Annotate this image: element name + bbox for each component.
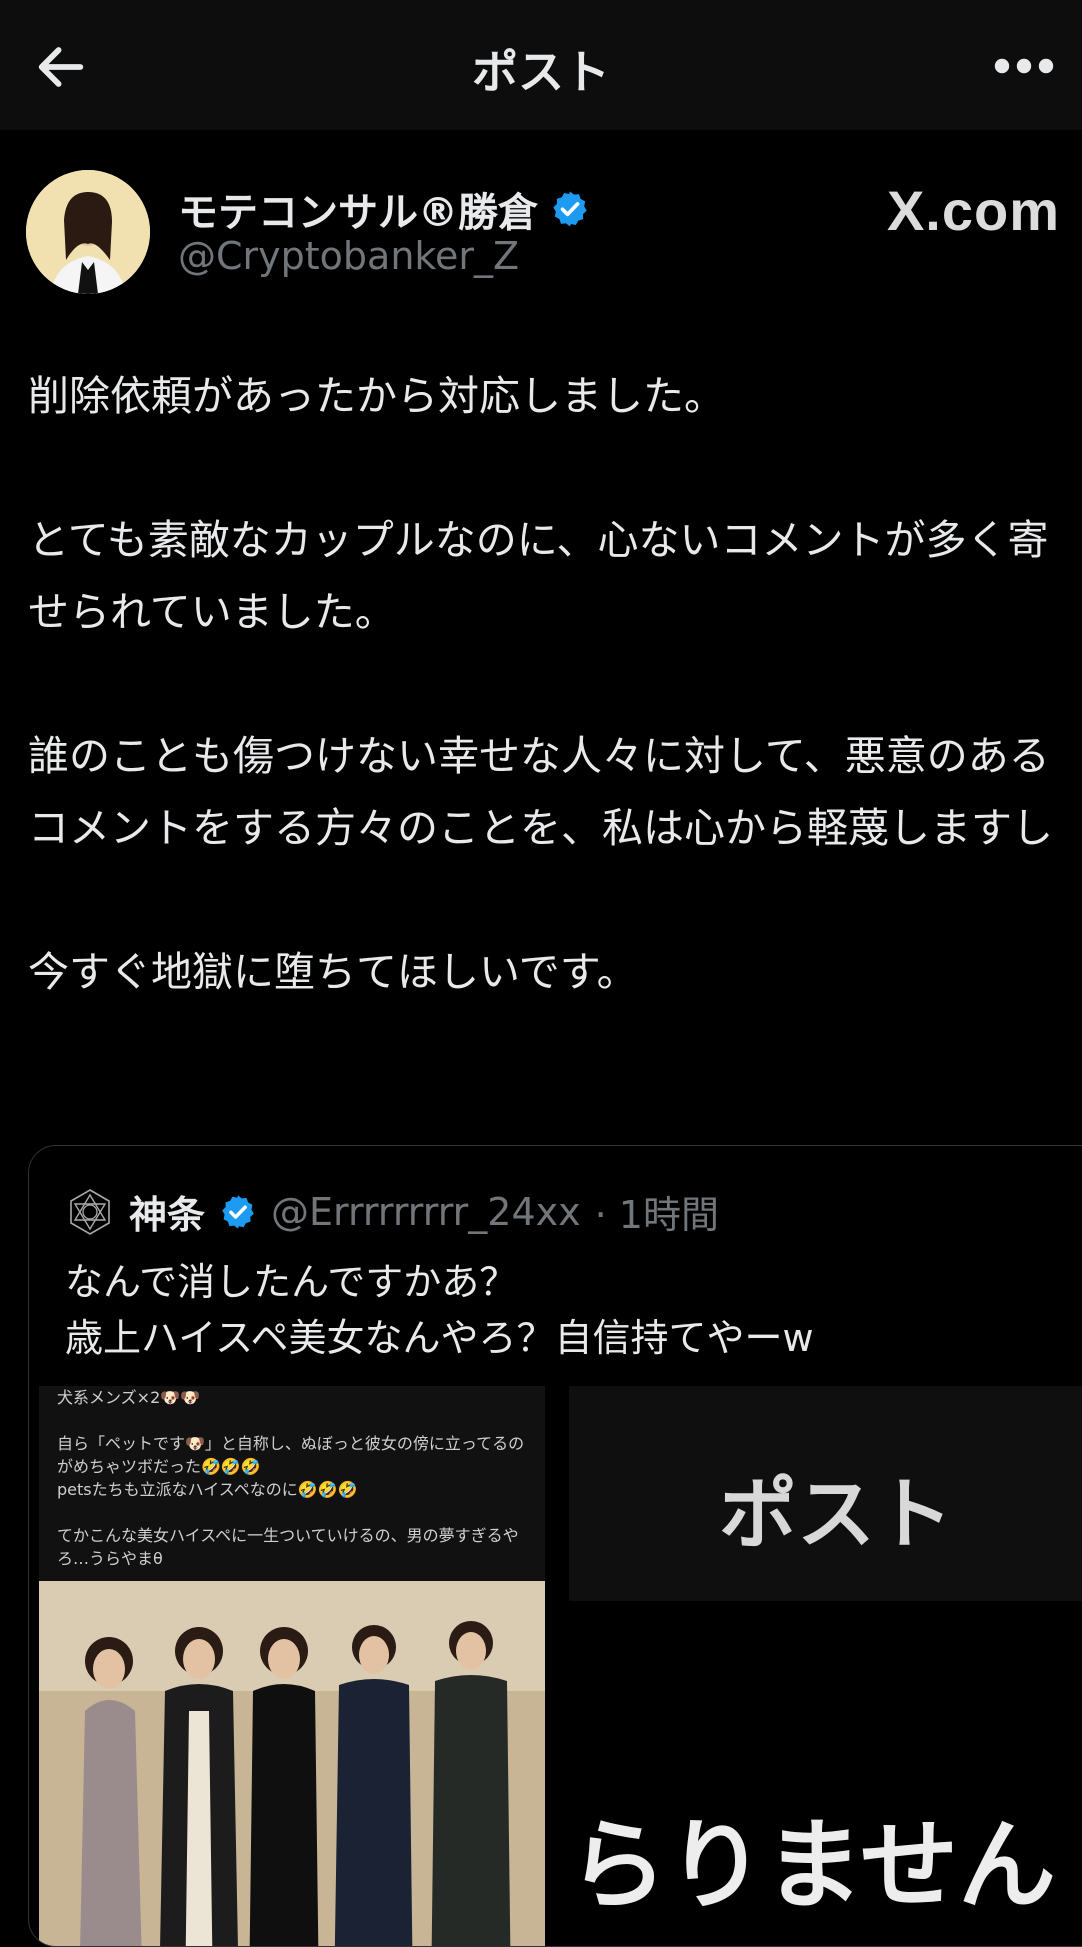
post-paragraph: とても素敵なカップルなのに、心ないコメントが多く寄せられていました。 <box>28 516 1049 636</box>
top-bar: ポスト <box>0 0 1082 130</box>
hexagram-avatar-icon[interactable] <box>65 1187 115 1237</box>
author-handle[interactable]: @Cryptobanker_Z <box>178 234 519 278</box>
avatar-image <box>26 170 150 294</box>
author-name[interactable]: モテコンサル®勝倉 <box>178 180 538 238</box>
quoted-post-time: · 1時間 <box>594 1193 719 1237</box>
author-name-row[interactable]: モテコンサル®勝倉 <box>178 180 590 238</box>
post-paragraph: 今すぐ地獄に堕ちてほしいです。 <box>28 948 638 996</box>
quoted-author-handle[interactable]: @Errrrrrrrr_24xx <box>271 1190 581 1234</box>
screenshot-caption: らりません <box>569 1809 1057 1923</box>
quoted-text-line: なんで消したんですかあ？ <box>65 1260 518 1304</box>
screenshot-header-panel: ポスト <box>569 1386 1082 1601</box>
quoted-post[interactable]: 神条 @Errrrrrrrr_24xx · 1時間 なんで消したんですかあ？ 歳… <box>28 1145 1082 1947</box>
post-body: 削除依頼があったから対応しました。 とても素敵なカップルなのに、心ないコメントが… <box>28 360 1058 1080</box>
quoted-media-left[interactable]: 犬系メンズ×2🐶🐶 自ら「ペットです🐶」と自称し、ぬぼっと彼女の傍に立ってるのが… <box>39 1386 545 1946</box>
embedded-post-text: 犬系メンズ×2🐶🐶 自ら「ペットです🐶」と自称し、ぬぼっと彼女の傍に立ってるのが… <box>57 1388 525 1568</box>
group-photo-image <box>39 1581 545 1946</box>
quoted-media-right[interactable]: ポスト らりません <box>569 1386 1082 1946</box>
screenshot-title: ポスト <box>719 1470 954 1560</box>
x-com-watermark: X.com <box>886 179 1060 242</box>
quoted-author-name[interactable]: 神条 <box>129 1184 205 1239</box>
post-paragraph: 誰のことも傷つけない幸せな人々に対して、悪意のあるコメントをする方々のことを、私… <box>28 732 1053 852</box>
more-horizontal-icon[interactable] <box>988 42 1060 90</box>
quoted-text-line: 歳上ハイスペ美女なんやろ？自信持てやーw <box>65 1316 814 1360</box>
author-avatar[interactable] <box>26 170 150 294</box>
post-paragraph: 削除依頼があったから対応しました。 <box>28 372 725 420</box>
quoted-post-header: 神条 @Errrrrrrrr_24xx · 1時間 <box>65 1184 719 1239</box>
quoted-post-text: なんで消したんですかあ？ 歳上ハイスペ美女なんやろ？自信持てやーw <box>65 1254 1065 1366</box>
group-photo <box>39 1581 545 1946</box>
page-title: ポスト <box>472 45 610 99</box>
verified-badge-icon <box>553 191 587 227</box>
verified-badge-icon <box>222 1194 254 1229</box>
